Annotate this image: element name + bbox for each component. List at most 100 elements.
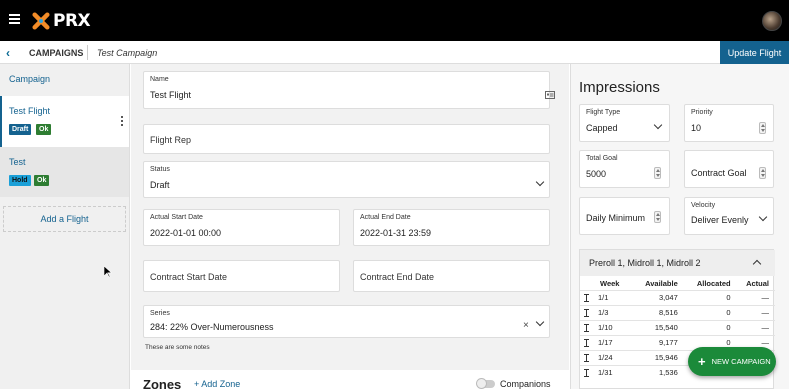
impressions-title: Impressions xyxy=(579,79,660,96)
flight-form: Name Test Flight Flight Rep Status Draft… xyxy=(131,64,569,389)
actual-cell: — xyxy=(736,289,775,306)
series-select[interactable]: Series 284: 22% Over-Numerousness × xyxy=(143,305,550,338)
prx-logo-mark xyxy=(32,12,50,30)
add-flight-button[interactable]: Add a Flight xyxy=(3,206,126,232)
actual-end-label: Actual End Date xyxy=(360,214,411,221)
status-badge-hold: Hold xyxy=(9,175,31,186)
table-row: 1/10 15,540 0 — xyxy=(580,319,775,335)
available-cell: 15,946 xyxy=(632,349,684,365)
mouse-cursor-icon xyxy=(104,266,112,278)
more-options-icon[interactable] xyxy=(121,116,124,128)
week-cell: 1/17 xyxy=(598,337,613,347)
sidebar-campaign-link[interactable]: Campaign xyxy=(9,74,50,84)
zone-card-header[interactable]: Preroll 1, Midroll 1, Midroll 2 xyxy=(580,250,775,276)
chevron-down-icon xyxy=(758,212,768,222)
companions-label: Companions xyxy=(500,379,551,389)
text-cursor-icon xyxy=(584,339,590,347)
actual-start-date-field[interactable]: Actual Start Date 2022-01-01 00:00 xyxy=(143,209,340,246)
velocity-select[interactable]: Velocity Deliver Evenly xyxy=(684,197,774,235)
text-cursor-icon xyxy=(584,294,590,302)
actual-end-date-field[interactable]: Actual End Date 2022-01-31 23:59 xyxy=(353,209,550,246)
contract-start-date-field[interactable]: Contract Start Date xyxy=(143,260,340,292)
status-badge-ok: Ok xyxy=(34,175,50,186)
status-value: Draft xyxy=(150,180,170,190)
actual-cell: — xyxy=(736,319,775,335)
text-cursor-icon xyxy=(584,324,590,332)
text-cursor-icon xyxy=(584,369,590,378)
sidebar-item-test-flight[interactable]: Test Flight Draft Ok xyxy=(0,96,129,147)
daily-minimum-placeholder: Daily Minimum xyxy=(586,213,646,223)
allocated-cell: 0 xyxy=(683,319,737,335)
name-value: Test Flight xyxy=(150,90,192,100)
table-row: 1/3 8,516 0 — xyxy=(580,304,775,321)
user-avatar[interactable] xyxy=(762,11,782,31)
series-label: Series xyxy=(150,310,170,317)
week-cell: 1/3 xyxy=(598,307,609,317)
column-header-actual: Actual xyxy=(746,279,769,289)
contract-start-placeholder: Contract Start Date xyxy=(150,272,228,282)
table-row: 1/1 3,047 0 — xyxy=(580,289,775,306)
app-header: PRX xyxy=(0,0,789,41)
notes-text: These are some notes xyxy=(145,344,210,351)
flight-type-select[interactable]: Flight Type Capped xyxy=(579,104,670,142)
actual-start-value: 2022-01-01 00:00 xyxy=(150,228,222,238)
number-stepper[interactable] xyxy=(654,211,661,223)
flight-rep-field[interactable]: Flight Rep xyxy=(143,124,550,154)
week-cell: 1/1 xyxy=(598,292,609,302)
allocated-cell: 0 xyxy=(683,289,737,306)
chevron-down-icon xyxy=(535,177,545,187)
column-header-available: Available xyxy=(645,279,678,289)
name-field[interactable]: Name Test Flight xyxy=(143,71,555,109)
flight-type-label: Flight Type xyxy=(586,109,621,116)
daily-minimum-field[interactable]: Daily Minimum xyxy=(579,197,670,235)
available-cell: 8,516 xyxy=(632,304,684,321)
allocated-cell: 0 xyxy=(683,304,737,321)
text-cursor-icon xyxy=(584,309,590,317)
actual-cell: — xyxy=(736,304,775,321)
status-label: Status xyxy=(150,166,170,173)
sidebar-item-test[interactable]: Test Hold Ok xyxy=(0,147,129,197)
priority-label: Priority xyxy=(691,109,713,116)
chevron-up-icon[interactable] xyxy=(752,259,762,269)
add-zone-button[interactable]: + Add Zone xyxy=(194,379,240,389)
available-cell: 15,540 xyxy=(632,319,684,335)
total-goal-label: Total Goal xyxy=(586,155,618,162)
breadcrumb-bar: ‹ CAMPAIGNS Test Campaign xyxy=(0,41,789,64)
flight-type-value: Capped xyxy=(586,123,618,133)
update-flight-button[interactable]: Update Flight xyxy=(720,41,789,64)
logo-text: PRX xyxy=(53,11,91,31)
flight-sidebar: Campaign Test Flight Draft Ok Test Hold … xyxy=(0,64,130,389)
available-cell: 3,047 xyxy=(632,289,684,306)
status-select[interactable]: Status Draft xyxy=(143,161,550,198)
series-value: 284: 22% Over-Numerousness xyxy=(150,322,274,332)
prx-logo[interactable]: PRX xyxy=(32,11,91,31)
breadcrumb-campaigns[interactable]: CAMPAIGNS xyxy=(29,48,83,58)
available-cell: 9,177 xyxy=(632,334,684,351)
velocity-value: Deliver Evenly xyxy=(691,215,749,225)
contract-end-placeholder: Contract End Date xyxy=(360,272,435,282)
new-campaign-button[interactable]: + NEW CAMPAIGN xyxy=(688,347,776,376)
velocity-label: Velocity xyxy=(691,202,716,209)
plus-icon: + xyxy=(698,354,706,369)
number-stepper[interactable] xyxy=(759,167,766,179)
breadcrumb-divider xyxy=(87,45,88,60)
back-chevron-icon[interactable]: ‹ xyxy=(6,46,10,60)
priority-field[interactable]: Priority 10 xyxy=(684,104,774,142)
companions-toggle[interactable] xyxy=(476,378,495,389)
flight-name: Test Flight xyxy=(9,106,51,116)
contract-goal-field[interactable]: Contract Goal xyxy=(684,150,774,188)
impressions-panel: Impressions Flight Type Capped Priority … xyxy=(570,64,789,389)
contract-end-date-field[interactable]: Contract End Date xyxy=(353,260,550,292)
status-badge-draft: Draft xyxy=(9,124,32,135)
menu-icon[interactable] xyxy=(9,14,20,24)
number-stepper[interactable] xyxy=(654,167,661,179)
flight-rep-placeholder: Flight Rep xyxy=(150,135,192,145)
total-goal-field[interactable]: Total Goal 5000 xyxy=(579,150,670,188)
zones-title: Zones xyxy=(143,377,182,389)
column-header-allocated: Allocated xyxy=(696,279,731,289)
actual-end-value: 2022-01-31 23:59 xyxy=(360,228,432,238)
contract-goal-placeholder: Contract Goal xyxy=(691,168,747,178)
number-stepper[interactable] xyxy=(759,122,766,134)
clear-icon[interactable]: × xyxy=(523,320,529,331)
breadcrumb-current: Test Campaign xyxy=(97,48,158,58)
